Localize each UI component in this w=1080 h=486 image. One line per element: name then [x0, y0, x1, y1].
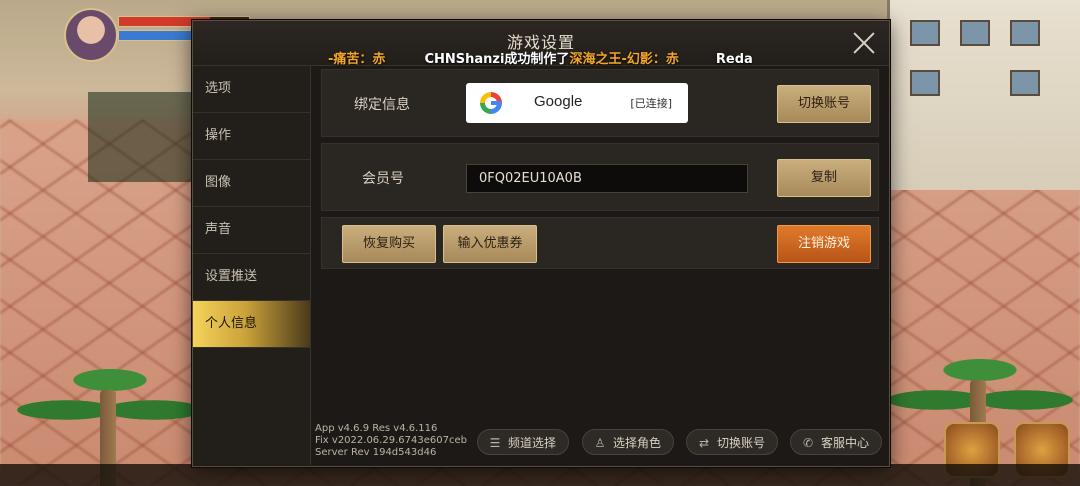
fix-version: Fix v2022.06.29.6743e607ceb: [315, 435, 467, 446]
binding-panel: 绑定信息 Google [已连接] 切换账号: [321, 69, 879, 137]
list-icon: ☰: [489, 436, 501, 450]
player-portrait[interactable]: [64, 8, 118, 62]
character-select-button[interactable]: ♙ 选择角色: [582, 429, 674, 455]
channel-select-label: 频道选择: [508, 436, 557, 450]
palm-tree: [0, 300, 220, 486]
support-icon: ✆: [802, 436, 814, 450]
restore-purchase-button[interactable]: 恢复购买: [342, 225, 436, 263]
marquee-player: Reda: [715, 52, 753, 67]
marquee-item-part1: -痛苦：赤: [328, 52, 386, 67]
switch-account-icon: ⇄: [698, 436, 710, 450]
sidebar-item-options[interactable]: 选项: [193, 66, 310, 113]
close-icon[interactable]: [851, 30, 877, 56]
footer-switch-account-button[interactable]: ⇄ 切换账号: [686, 429, 778, 455]
settings-sidebar: 选项 操作 图像 声音 设置推送 个人信息: [193, 66, 311, 465]
support-center-label: 客服中心: [821, 436, 870, 450]
marquee-text: CHNShanzi成功制作了: [424, 52, 570, 67]
app-version: App v4.6.9 Res v4.6.116: [315, 423, 438, 434]
member-panel: 会员号 0FQ02EU10A0B 复制: [321, 143, 879, 211]
logout-game-button[interactable]: 注销游戏: [777, 225, 871, 263]
member-id-field[interactable]: 0FQ02EU10A0B: [466, 164, 748, 193]
server-version: Server Rev 194d543d46: [315, 447, 437, 458]
quest-tracker[interactable]: [88, 92, 196, 182]
footer-switch-account-label: 切换账号: [717, 436, 766, 450]
marquee-item-name: 深海之王-幻影：赤: [569, 52, 679, 67]
scene-house: [887, 0, 1080, 190]
connection-status: [已连接]: [630, 97, 672, 110]
google-account-box[interactable]: Google [已连接]: [466, 83, 688, 123]
actions-panel: 恢复购买 输入优惠券 注销游戏: [321, 217, 879, 269]
game-settings-dialog: 游戏设置 -痛苦：赤 CHNShanzi成功制作了深海之王-幻影：赤 Reda …: [192, 20, 890, 467]
channel-select-button[interactable]: ☰ 频道选择: [477, 429, 569, 455]
sidebar-item-controls[interactable]: 操作: [193, 113, 310, 160]
version-info: App v4.6.9 Res v4.6.116 Fix v2022.06.29.…: [315, 423, 467, 459]
google-icon: [480, 92, 502, 114]
switch-account-button[interactable]: 切换账号: [777, 85, 871, 123]
character-icon: ♙: [594, 436, 606, 450]
copy-button[interactable]: 复制: [777, 159, 871, 197]
provider-name: Google: [534, 93, 583, 110]
chat-bar[interactable]: [0, 464, 1080, 486]
sidebar-item-push[interactable]: 设置推送: [193, 254, 310, 301]
member-label: 会员号: [362, 171, 404, 187]
binding-label: 绑定信息: [354, 97, 410, 113]
support-center-button[interactable]: ✆ 客服中心: [790, 429, 882, 455]
character-select-label: 选择角色: [613, 436, 662, 450]
sidebar-item-profile[interactable]: 个人信息: [193, 301, 310, 348]
sidebar-item-sound[interactable]: 声音: [193, 207, 310, 254]
sidebar-item-graphics[interactable]: 图像: [193, 160, 310, 207]
enter-coupon-button[interactable]: 输入优惠券: [443, 225, 537, 263]
announcement-marquee: -痛苦：赤 CHNShanzi成功制作了深海之王-幻影：赤 Reda: [328, 48, 753, 67]
